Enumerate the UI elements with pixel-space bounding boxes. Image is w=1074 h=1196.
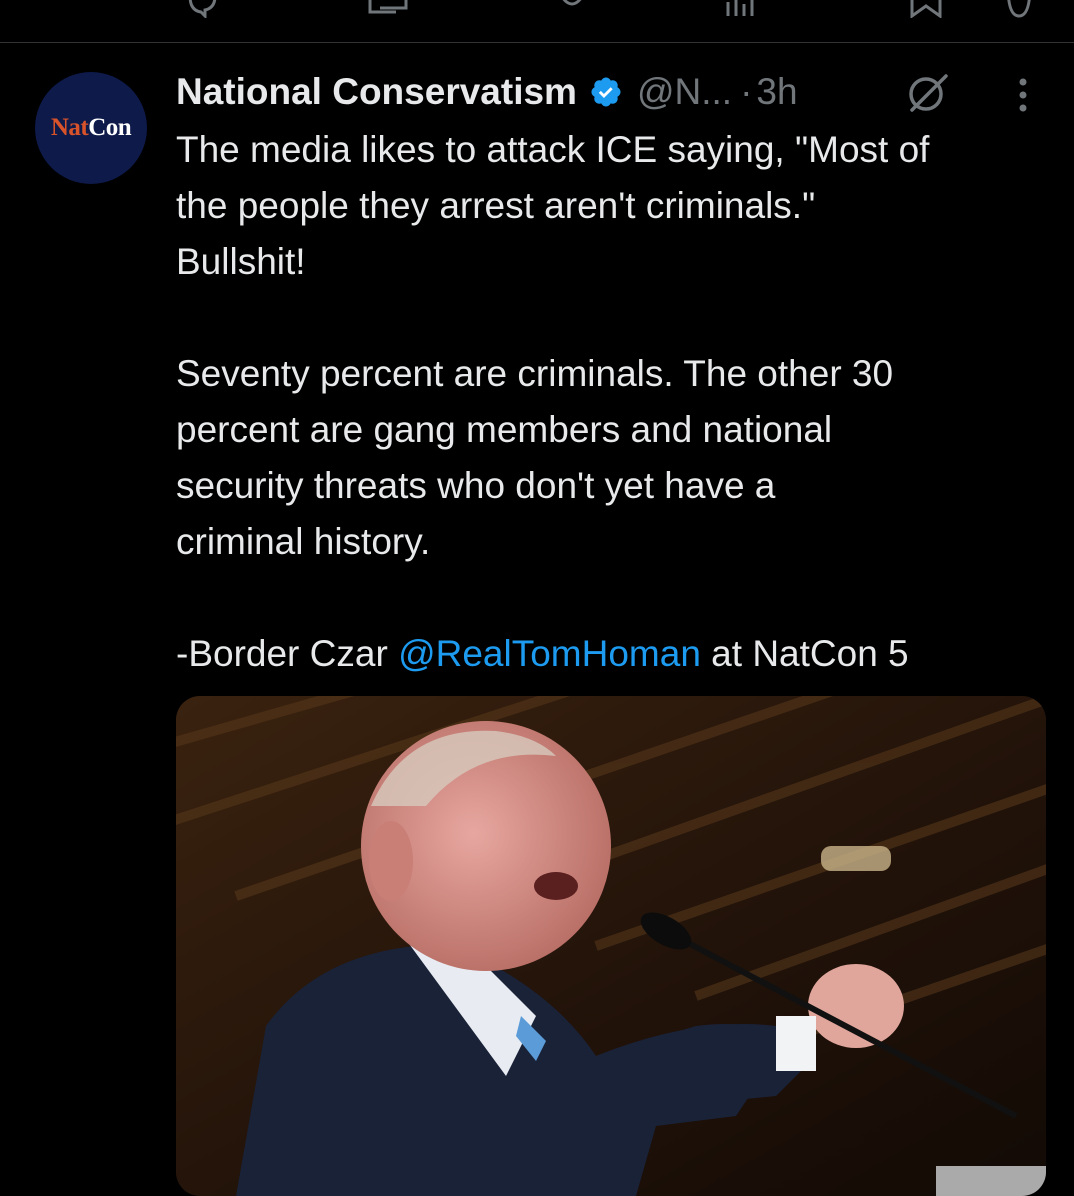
bookmark-icon[interactable] (908, 0, 944, 18)
post-text-line: criminal history. (176, 521, 431, 562)
attribution-suffix: at NatCon 5 (700, 633, 909, 674)
views-icon[interactable] (724, 0, 764, 18)
mention-link[interactable]: @RealTomHoman (398, 633, 701, 674)
reply-icon[interactable] (183, 0, 219, 18)
author-handle[interactable]: @N... (637, 71, 732, 113)
avatar[interactable]: NatCon (35, 72, 147, 184)
author-name[interactable]: National Conservatism (176, 71, 577, 113)
post-timestamp[interactable]: 3h (756, 71, 797, 113)
verified-badge-icon[interactable] (589, 75, 623, 109)
previous-post-action-bar (0, 0, 1074, 42)
post-text-line: percent are gang members and national (176, 409, 833, 450)
post-text-line: security threats who don't yet have a (176, 465, 776, 506)
like-icon[interactable] (552, 0, 592, 18)
post-text-line: Bullshit! (176, 241, 306, 282)
more-vertical-icon[interactable] (1012, 74, 1034, 116)
speaker-photo (176, 696, 1046, 1196)
grok-icon[interactable] (904, 72, 952, 112)
post-media-image[interactable] (176, 696, 1046, 1196)
natcon-logo: NatCon (50, 114, 132, 141)
post-text-line: Seventy percent are criminals. The other… (176, 353, 894, 394)
post-text-line: the people they arrest aren't criminals.… (176, 185, 816, 226)
share-icon[interactable] (1004, 0, 1034, 18)
post-divider (0, 42, 1074, 43)
post-text: The media likes to attack ICE saying, "M… (176, 122, 1056, 682)
separator-dot: · (740, 71, 753, 112)
attribution-line: -Border Czar @RealTomHoman at NatCon 5 (176, 626, 1056, 682)
retweet-icon[interactable] (366, 0, 410, 18)
post-text-line: The media likes to attack ICE saying, "M… (176, 129, 930, 170)
attribution-prefix: -Border Czar (176, 633, 399, 674)
post-header: National Conservatism @N... · 3h (176, 64, 798, 120)
